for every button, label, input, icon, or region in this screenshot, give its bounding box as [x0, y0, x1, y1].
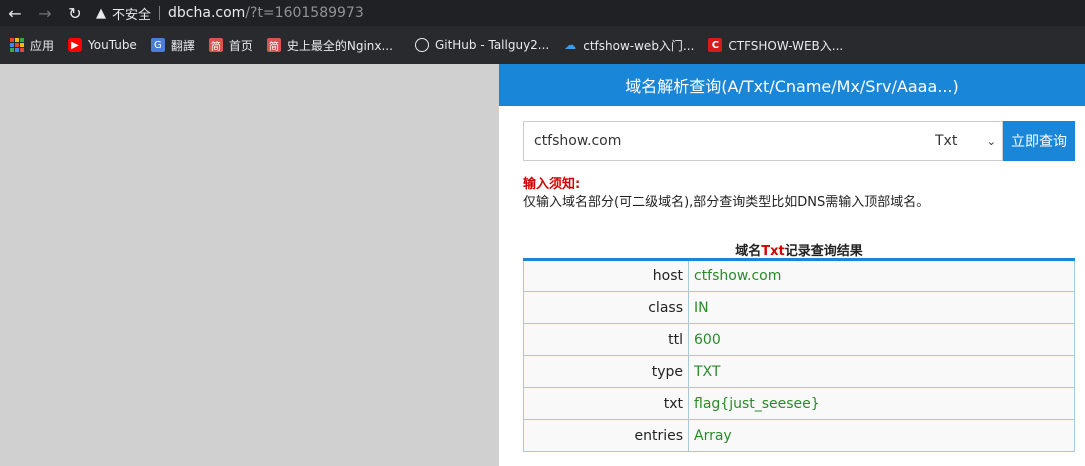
divider [159, 6, 161, 20]
table-row: host ctfshow.com [523, 259, 1075, 292]
bookmark-ctfshow-web2[interactable]: C CTFSHOW-WEB入... [708, 37, 843, 54]
dns-query-panel: 域名解析查询(A/Txt/Cname/Mx/Srv/Aaaa...) ctfsh… [499, 64, 1085, 466]
bookmark-label: 翻譯 [170, 38, 195, 53]
domain-input-value: ctfshow.com [534, 133, 622, 149]
table-row: class IN [523, 291, 1075, 324]
url-path: /?t=1601589973 [245, 5, 364, 21]
url-host: dbcha.com [168, 5, 246, 21]
record-type-select[interactable]: Txt ⌄ [923, 121, 1003, 161]
result-key: host [523, 259, 689, 292]
warning-icon[interactable]: ▲ [96, 6, 106, 21]
bookmark-label: YouTube [88, 38, 137, 52]
query-form: ctfshow.com Txt ⌄ 立即查询 [523, 121, 1075, 161]
bookmark-ctfshow-web[interactable]: ☁ ctfshow-web入门... [563, 37, 694, 54]
arrow-right-icon[interactable]: → [30, 0, 60, 26]
bookmark-label: 应用 [30, 38, 55, 53]
result-value: IN [688, 291, 1075, 324]
bookmark-label: GitHub - Tallguy2... [434, 38, 550, 52]
result-key: txt [523, 387, 689, 420]
result-key: entries [523, 419, 689, 452]
security-label: 不安全 [112, 7, 152, 23]
bookmark-youtube[interactable]: ▶ YouTube [68, 38, 137, 52]
input-notice: 输入须知: 仅输入域名部分(可二级域名),部分查询类型比如DNS需输入顶部域名。 [523, 176, 929, 212]
result-value: flag{just_seesee} [688, 387, 1075, 420]
result-value: Array [688, 419, 1075, 452]
bookmark-nginx[interactable]: 简 史上最全的Nginx... [266, 37, 393, 54]
apps-icon [10, 38, 24, 52]
result-table: host ctfshow.com class IN ttl 600 type T… [523, 258, 1075, 452]
result-title-prefix: 域名 [735, 244, 762, 259]
reload-icon[interactable]: ↻ [60, 0, 90, 26]
bookmark-github[interactable]: GitHub - Tallguy2... [414, 38, 550, 52]
chevron-down-icon: ⌄ [986, 134, 996, 148]
bookmark-apps[interactable]: 应用 [10, 37, 54, 54]
browser-url-bar: ← → ↻ ▲ 不安全 dbcha.com /?t=1601589973 [0, 0, 1085, 26]
result-title-suffix: 记录查询结果 [784, 244, 863, 259]
panel-header: 域名解析查询(A/Txt/Cname/Mx/Srv/Aaaa...) [499, 64, 1085, 106]
translate-icon: G [150, 38, 165, 52]
table-row: entries Array [523, 419, 1075, 452]
domain-input[interactable]: ctfshow.com [523, 121, 923, 161]
table-row: txt flag{just_seesee} [523, 387, 1075, 420]
result-key: ttl [523, 323, 689, 356]
bookmarks-bar: 应用 ▶ YouTube G 翻譯 简 首页 简 史上最全的Nginx... G… [0, 26, 1085, 64]
address-field[interactable]: ▲ 不安全 dbcha.com /?t=1601589973 [96, 0, 364, 26]
bookmark-label: CTFSHOW-WEB入... [728, 38, 844, 53]
result-value: ctfshow.com [688, 259, 1075, 292]
jian-icon: 简 [266, 38, 281, 53]
jian-icon: 简 [208, 38, 223, 53]
cloud-icon: ☁ [564, 38, 577, 52]
result-value: 600 [688, 323, 1075, 356]
result-title: 域名Txt记录查询结果 [523, 240, 1075, 259]
c-icon: C [708, 38, 723, 52]
result-key: type [523, 355, 689, 388]
record-type-value: Txt [935, 133, 958, 149]
result-value: TXT [688, 355, 1075, 388]
notice-body: 仅输入域名部分(可二级域名),部分查询类型比如DNS需输入顶部域名。 [523, 195, 930, 210]
page-title: 域名解析查询(A/Txt/Cname/Mx/Srv/Aaaa...) [625, 77, 959, 96]
bookmark-label: 史上最全的Nginx... [286, 38, 393, 53]
arrow-left-icon[interactable]: ← [0, 0, 30, 26]
result-title-type: Txt [761, 244, 785, 259]
youtube-icon: ▶ [68, 38, 83, 52]
bookmark-label: 首页 [228, 38, 253, 53]
result-key: class [523, 291, 689, 324]
bookmark-translate[interactable]: G 翻譯 [150, 37, 195, 54]
bookmark-label: ctfshow-web入门... [583, 38, 695, 53]
notice-title: 输入须知: [523, 177, 581, 192]
bookmark-home[interactable]: 简 首页 [208, 37, 253, 54]
table-row: type TXT [523, 355, 1075, 388]
query-button[interactable]: 立即查询 [1003, 121, 1075, 161]
github-icon [414, 38, 429, 52]
blank-area [0, 64, 499, 466]
table-row: ttl 600 [523, 323, 1075, 356]
